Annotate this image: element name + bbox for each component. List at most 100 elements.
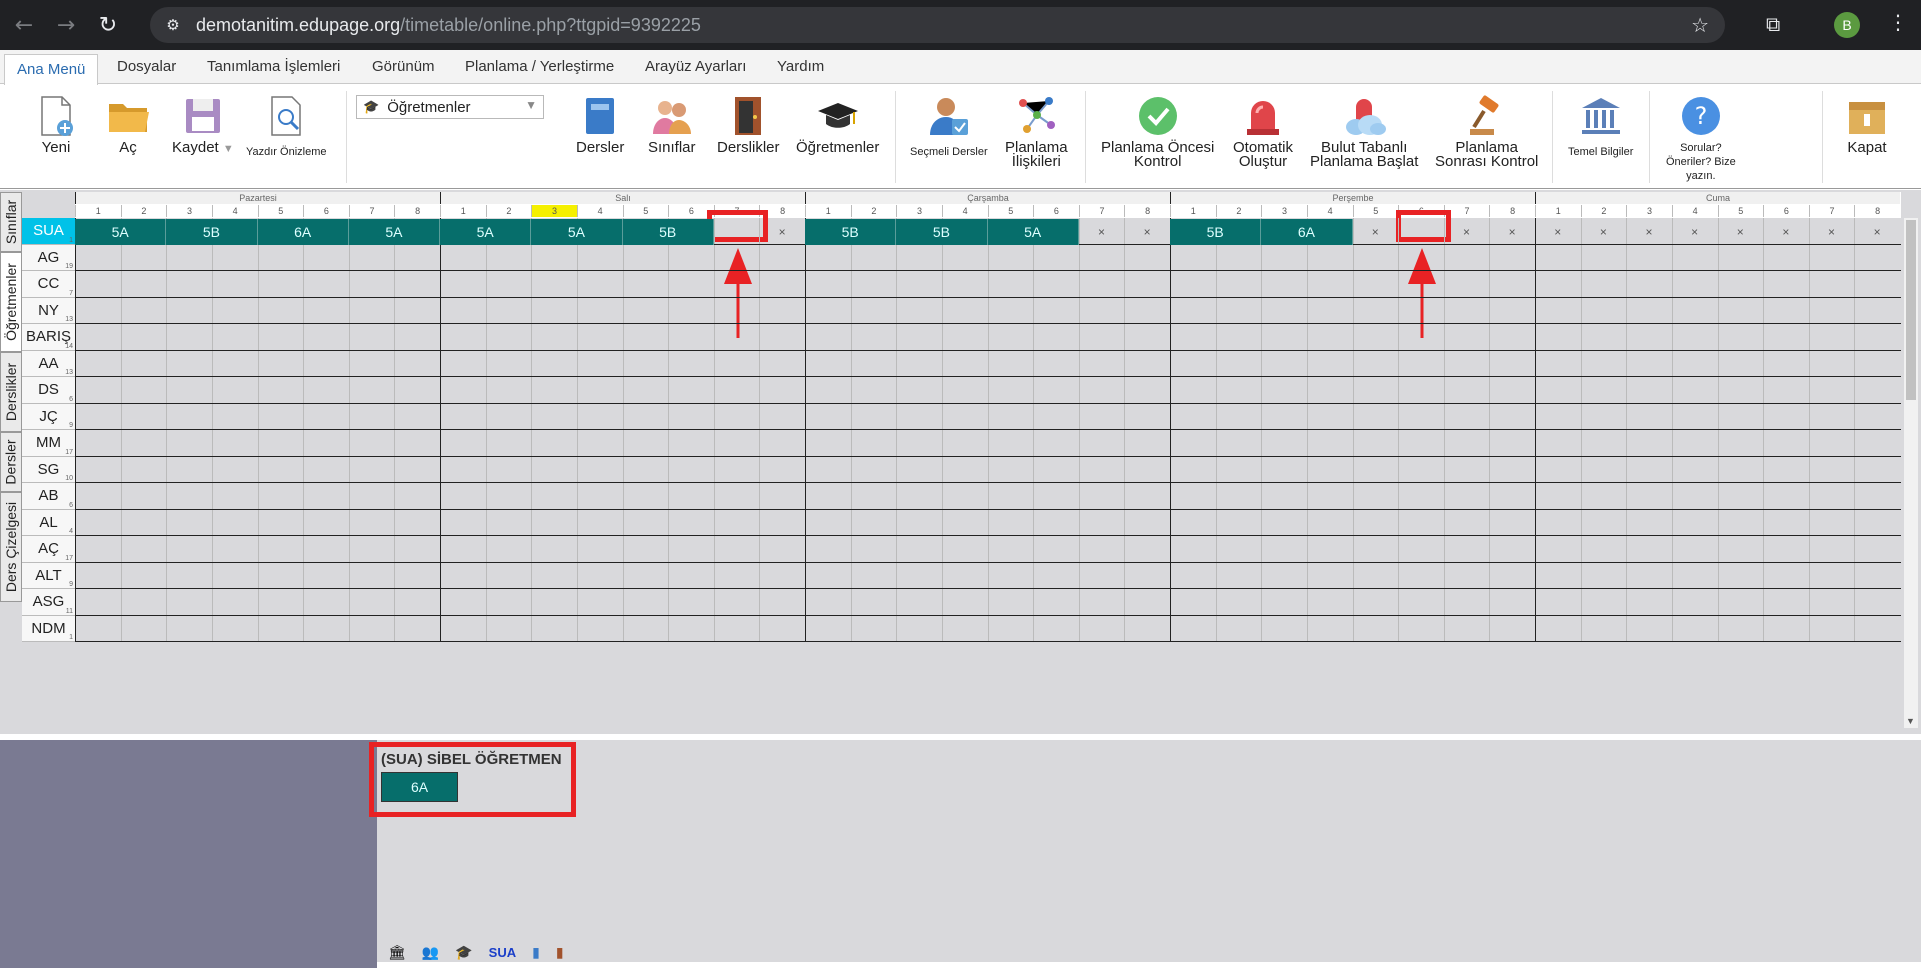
period-header: 2 [1215, 205, 1262, 217]
browser-menu-icon[interactable]: ⋮ [1888, 10, 1908, 34]
blocked-slot[interactable]: × [1124, 219, 1170, 245]
grid-header: Pazartesi 1 2 3 4 5 6 7 8 Salı 1 2 3 4 5 6 7 8 Çarşamba 1 2 3… [75, 192, 1901, 218]
lesson-card[interactable]: 6A [1261, 219, 1353, 245]
teacher-row-label[interactable]: AÇ 17 [22, 536, 75, 563]
teacher-code-label[interactable]: SUA [489, 945, 516, 960]
elective-subjects-button[interactable]: Seçmeli Dersler [910, 93, 988, 159]
classrooms-button[interactable]: Derslikler [717, 93, 780, 155]
scroll-down-icon[interactable]: ▼ [1906, 716, 1915, 726]
lesson-card[interactable]: 5B [622, 219, 714, 245]
auto-generate-button[interactable]: Otomatik Oluştur [1233, 93, 1293, 169]
door-icon[interactable]: ▮ [556, 944, 564, 961]
lesson-card[interactable]: 5B [166, 219, 258, 245]
teacher-row-label[interactable]: AG 19 [22, 244, 75, 271]
menu-dosyalar[interactable]: Dosyalar [117, 58, 176, 75]
subjects-button[interactable]: Dersler [576, 93, 624, 155]
tab-classes[interactable]: Sınıflar [0, 192, 22, 252]
blocked-slot[interactable]: × [1763, 219, 1809, 245]
teacher-row-label[interactable]: AL 4 [22, 509, 75, 536]
teacher-hat-icon[interactable]: 🎓 [455, 944, 472, 961]
blocked-slot[interactable]: × [1353, 219, 1399, 245]
basic-info-button[interactable]: Temel Bilgiler [1568, 93, 1633, 159]
blocked-slot[interactable]: × [1535, 219, 1581, 245]
teacher-row-label[interactable]: NY 13 [22, 297, 75, 324]
bookmark-star-icon[interactable]: ☆ [1691, 13, 1709, 37]
lesson-card[interactable]: 5A [987, 219, 1079, 245]
lesson-card[interactable]: 6A [257, 219, 349, 245]
teacher-row-label[interactable]: JÇ 9 [22, 403, 75, 430]
feedback-button[interactable]: ? Sorular? Öneriler? Bize yazın. [1666, 93, 1736, 183]
pre-check-button[interactable]: Planlama Öncesi Kontrol [1101, 93, 1214, 169]
tab-teachers[interactable]: Öğretmenler [0, 252, 22, 352]
classes-button[interactable]: Sınıflar [648, 93, 696, 155]
teacher-row-label[interactable]: MM 17 [22, 430, 75, 457]
teacher-row-label[interactable]: AA 13 [22, 350, 75, 377]
new-button[interactable]: Yeni [34, 93, 78, 155]
blocked-slot[interactable]: × [1718, 219, 1764, 245]
menu-planlama[interactable]: Planlama / Yerleştirme [465, 58, 614, 75]
lesson-card[interactable]: 5B [1170, 219, 1262, 245]
menu-ana-menu[interactable]: Ana Menü [4, 54, 99, 85]
menu-arayuz[interactable]: Arayüz Ayarları [645, 58, 746, 75]
open-button[interactable]: Aç [106, 93, 150, 155]
scrollbar-thumb[interactable] [1906, 220, 1916, 400]
blocked-slot[interactable]: × [1489, 219, 1535, 245]
tab-teachers-label: Öğretmenler [3, 263, 19, 341]
site-info-icon[interactable]: ⚙ [162, 14, 184, 36]
teacher-row-label[interactable]: AB 6 [22, 483, 75, 510]
extensions-icon[interactable]: ⧉ [1766, 12, 1780, 36]
tab-timetable[interactable]: Ders Çizelgesi [0, 492, 22, 602]
students-icon[interactable]: 👥 [422, 944, 439, 961]
lesson-card[interactable]: 5B [805, 219, 897, 245]
relations-label-2: İlişkileri [1011, 153, 1061, 170]
save-button[interactable]: Kaydet ▼ [172, 93, 234, 156]
teacher-row-label[interactable]: ASG 11 [22, 589, 75, 616]
menu-yardim[interactable]: Yardım [777, 58, 824, 75]
forward-icon[interactable]: → [48, 7, 84, 43]
view-select[interactable]: 🎓 Öğretmenler ▼ [356, 95, 544, 119]
grid-line [348, 218, 350, 642]
menu-gorunum[interactable]: Görünüm [372, 58, 435, 75]
blocked-slot[interactable]: × [1444, 219, 1490, 245]
teacher-row-label[interactable]: BARIŞ 14 [22, 324, 75, 351]
teacher-row-label[interactable]: NDM 1 [22, 615, 75, 642]
menu-tanimlama[interactable]: Tanımlama İşlemleri [207, 58, 340, 75]
empty-slot[interactable] [1398, 219, 1444, 245]
post-check-button[interactable]: Planlama Sonrası Kontrol [1435, 93, 1538, 169]
blocked-slot[interactable]: × [1854, 219, 1900, 245]
save-dropdown-icon[interactable]: ▼ [223, 143, 234, 155]
empty-slot[interactable] [714, 219, 760, 245]
book-icon[interactable]: ▮ [532, 944, 540, 961]
blocked-slot[interactable]: × [759, 219, 805, 245]
blocked-slot[interactable]: × [1626, 219, 1672, 245]
tab-classrooms[interactable]: Derslikler [0, 352, 22, 432]
grid-scrollbar[interactable]: ▼ [1904, 218, 1918, 728]
relations-button[interactable]: Planlama İlişkileri [1005, 93, 1068, 169]
teacher-count: 17 [65, 448, 73, 456]
lesson-card[interactable]: 5A [440, 219, 532, 245]
lesson-card[interactable]: 5B [896, 219, 988, 245]
back-icon[interactable]: ← [6, 7, 42, 43]
blocked-slot[interactable]: × [1809, 219, 1855, 245]
day-header: Çarşamba [805, 192, 1170, 204]
teacher-row-label[interactable]: CC 7 [22, 271, 75, 298]
teacher-row-label[interactable]: ALT 9 [22, 562, 75, 589]
blocked-slot[interactable]: × [1672, 219, 1718, 245]
profile-avatar[interactable]: B [1834, 12, 1860, 38]
cloud-planning-button[interactable]: Bulut Tabanlı Planlama Başlat [1310, 93, 1418, 169]
lesson-card[interactable]: 5A [531, 219, 623, 245]
close-button[interactable]: Kapat [1845, 93, 1889, 155]
teacher-row-label[interactable]: DS 6 [22, 377, 75, 404]
tab-subjects[interactable]: Dersler [0, 432, 22, 492]
teacher-row-label[interactable]: SG 10 [22, 456, 75, 483]
institution-icon[interactable]: 🏛 [388, 944, 406, 961]
print-preview-button[interactable]: Yazdır Önizleme [246, 93, 327, 159]
teacher-row-label[interactable]: SUA 1 [22, 218, 75, 245]
reload-icon[interactable]: ↻ [90, 7, 126, 43]
lesson-card[interactable]: 5A [75, 219, 167, 245]
lesson-card[interactable]: 5A [348, 219, 440, 245]
address-bar[interactable]: ⚙ demotanitim.edupage.org/timetable/onli… [150, 7, 1725, 43]
blocked-slot[interactable]: × [1079, 219, 1125, 245]
teachers-button[interactable]: Öğretmenler [796, 93, 879, 155]
blocked-slot[interactable]: × [1581, 219, 1627, 245]
